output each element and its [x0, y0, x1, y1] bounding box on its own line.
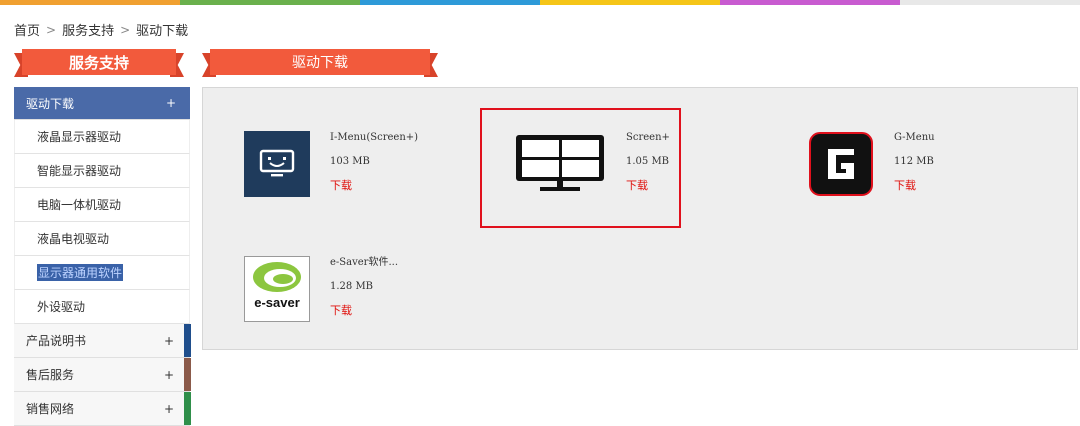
- service-support-ribbon: 服务支持: [14, 49, 184, 77]
- sidebar-item-lcd-tv-driver[interactable]: 液晶电视驱动: [14, 222, 190, 256]
- download-name: I-Menu(Screen+): [330, 132, 419, 143]
- e-saver-logo-icon[interactable]: e-saver: [244, 256, 310, 322]
- download-info: e-Saver软件... 1.28 MB 下载: [330, 256, 398, 328]
- color-segment: [720, 0, 900, 5]
- download-card-gmenu: G-Menu 112 MB 下载: [808, 131, 935, 203]
- breadcrumb-current: 驱动下载: [136, 24, 189, 39]
- sidebar-group-label: 产品说明书: [26, 334, 87, 348]
- sidebar-item-lcd-monitor-driver[interactable]: 液晶显示器驱动: [14, 120, 190, 154]
- breadcrumb: 首页 > 服务支持 > 驱动下载: [14, 20, 189, 40]
- group-color-bar: [184, 324, 191, 357]
- download-name: e-Saver软件...: [330, 257, 398, 268]
- download-info: I-Menu(Screen+) 103 MB 下载: [330, 131, 418, 203]
- download-size: 103 MB: [330, 156, 370, 167]
- sidebar-item-smart-monitor-driver[interactable]: 智能显示器驱动: [14, 154, 190, 188]
- sidebar-group-after-sales[interactable]: 售后服务 +: [14, 358, 191, 392]
- download-link[interactable]: 下载: [894, 179, 935, 203]
- group-color-bar: [184, 392, 191, 425]
- color-segment: [0, 0, 180, 5]
- ribbon-face: 服务支持: [22, 49, 176, 75]
- breadcrumb-service[interactable]: 服务支持: [62, 20, 114, 39]
- breadcrumb-home[interactable]: 首页: [14, 20, 40, 39]
- sidebar-item-monitor-software[interactable]: 显示器通用软件: [14, 256, 190, 290]
- breadcrumb-separator: >: [120, 22, 131, 37]
- download-info: G-Menu 112 MB 下载: [894, 131, 935, 203]
- sidebar-group-sales-network[interactable]: 销售网络 +: [14, 392, 191, 426]
- sidebar-item-label: 外设驱动: [37, 300, 86, 314]
- color-segment: [900, 0, 1080, 5]
- sidebar-head-driver-download[interactable]: 驱动下载 +: [14, 87, 190, 120]
- top-color-bar: [0, 0, 1080, 5]
- sidebar-item-label: 智能显示器驱动: [37, 164, 122, 178]
- expand-plus-icon[interactable]: +: [164, 368, 174, 382]
- sidebar-item-label: 显示器通用软件: [37, 264, 124, 281]
- color-segment: [180, 0, 360, 5]
- sidebar-group-label: 销售网络: [26, 402, 75, 416]
- download-link[interactable]: 下载: [330, 304, 398, 328]
- color-segment: [540, 0, 720, 5]
- monitor-smile-icon[interactable]: [244, 131, 310, 197]
- sidebar-item-label: 液晶显示器驱动: [37, 130, 122, 144]
- sidebar-item-all-in-one-driver[interactable]: 电脑一体机驱动: [14, 188, 190, 222]
- g-menu-logo-icon[interactable]: [808, 131, 874, 197]
- download-name: G-Menu: [894, 132, 935, 143]
- color-segment: [360, 0, 540, 5]
- sidebar-group-manuals[interactable]: 产品说明书 +: [14, 324, 191, 358]
- ribbon-label: 服务支持: [68, 53, 129, 72]
- download-size: 1.28 MB: [330, 281, 374, 292]
- sidebar-item-label: 电脑一体机驱动: [37, 198, 122, 212]
- ribbon-face: 驱动下载: [210, 49, 430, 75]
- group-color-bar: [184, 358, 191, 391]
- expand-plus-icon[interactable]: +: [164, 334, 174, 348]
- driver-download-ribbon: 驱动下载: [202, 49, 438, 77]
- highlight-frame: [480, 108, 681, 228]
- collapse-toggle-icon[interactable]: +: [166, 96, 176, 110]
- e-saver-logo-text: e-saver: [254, 295, 300, 310]
- download-size: 112 MB: [894, 156, 934, 167]
- ribbon-label: 驱动下载: [292, 55, 348, 71]
- sidebar: 驱动下载 + 液晶显示器驱动 智能显示器驱动 电脑一体机驱动 液晶电视驱动 显示…: [14, 87, 191, 426]
- download-card-esaver: e-saver e-Saver软件... 1.28 MB 下载: [244, 256, 398, 328]
- breadcrumb-separator: >: [46, 22, 57, 37]
- download-card-imenu: I-Menu(Screen+) 103 MB 下载: [244, 131, 418, 203]
- sidebar-item-label: 液晶电视驱动: [37, 232, 110, 246]
- sidebar-item-peripheral-driver[interactable]: 外设驱动: [14, 290, 190, 324]
- sidebar-head-label: 驱动下载: [26, 96, 75, 111]
- download-link[interactable]: 下载: [330, 179, 418, 203]
- sidebar-group-label: 售后服务: [26, 368, 75, 382]
- expand-plus-icon[interactable]: +: [164, 402, 174, 416]
